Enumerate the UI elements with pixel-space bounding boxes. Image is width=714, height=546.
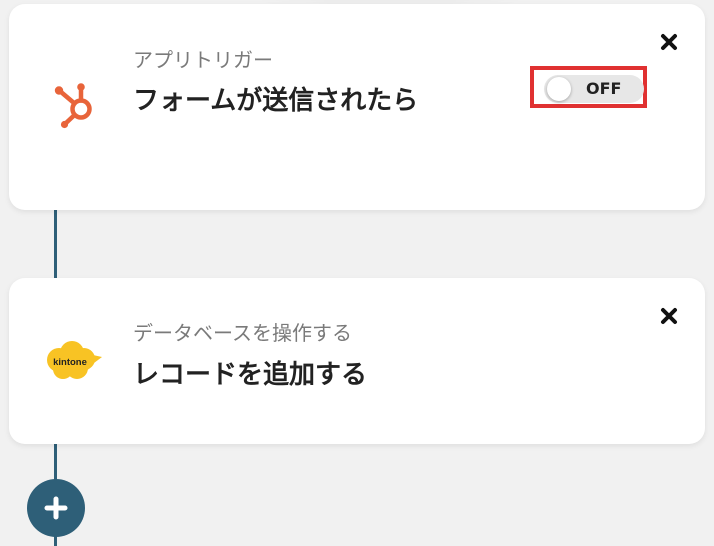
- hubspot-icon: [54, 83, 92, 129]
- toggle-knob: [547, 77, 571, 101]
- trigger-toggle[interactable]: OFF: [544, 75, 644, 103]
- step-type-label: アプリトリガー: [133, 48, 273, 72]
- plus-icon: [44, 496, 68, 520]
- step-type-label: データベースを操作する: [133, 321, 352, 345]
- add-step-button[interactable]: [27, 479, 85, 537]
- trigger-step-card[interactable]: アプリトリガー フォームが送信されたら OFF: [9, 4, 705, 210]
- step-title: フォームが送信されたら: [133, 86, 419, 116]
- close-icon[interactable]: [657, 30, 681, 54]
- toggle-state-label: OFF: [586, 79, 622, 98]
- flow-connector-line: [54, 210, 57, 278]
- kintone-icon-text: kintone: [53, 357, 87, 368]
- step-title: レコードを追加する: [133, 360, 368, 390]
- kintone-icon: kintone: [47, 341, 102, 379]
- close-icon[interactable]: [657, 304, 681, 328]
- action-step-card[interactable]: kintone データベースを操作する レコードを追加する: [9, 278, 705, 444]
